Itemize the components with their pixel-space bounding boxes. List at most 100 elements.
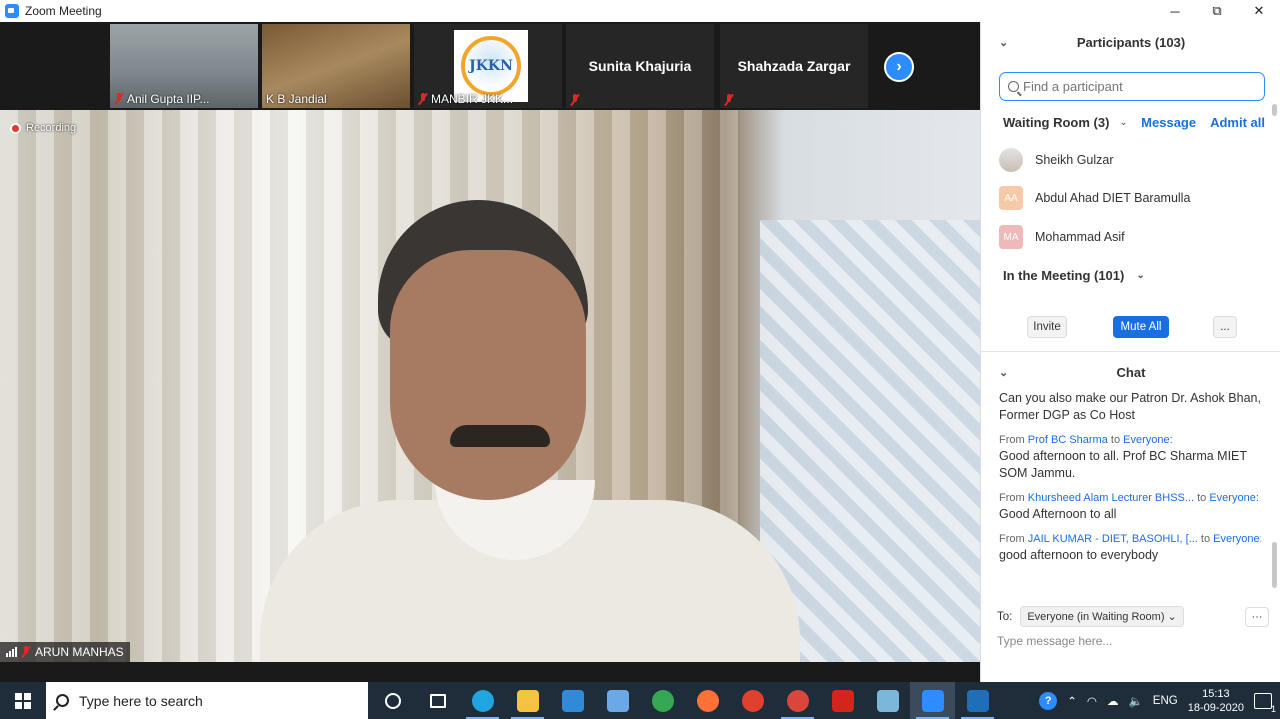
speaker-figure bbox=[260, 200, 800, 662]
mail-icon[interactable] bbox=[550, 682, 595, 719]
firefox-icon[interactable] bbox=[685, 682, 730, 719]
chat-message-text: Can you also make our Patron Dr. Ashok B… bbox=[999, 391, 1261, 422]
tripadvisor-icon[interactable] bbox=[640, 682, 685, 719]
tile-center-name: Sunita Khajuria bbox=[588, 58, 692, 74]
recipient-select[interactable]: Everyone (in Waiting Room) ⌄ bbox=[1020, 606, 1184, 627]
help-icon[interactable]: ? bbox=[1039, 691, 1058, 710]
edge-icon[interactable] bbox=[460, 682, 505, 719]
chat-scrollbar[interactable] bbox=[1272, 392, 1278, 592]
chrome-icon[interactable] bbox=[775, 682, 820, 719]
chat-message-meta: From Khursheed Alam Lecturer BHSS... to … bbox=[999, 492, 1259, 504]
windows-logo-icon bbox=[15, 692, 31, 709]
recording-indicator: Recording bbox=[10, 122, 76, 134]
mute-all-button[interactable]: Mute All bbox=[1113, 316, 1169, 338]
task-view-icon[interactable] bbox=[415, 682, 460, 719]
waiting-participant[interactable]: AA Abdul Ahad DIET Baramulla bbox=[999, 185, 1261, 211]
window-controls: ─ ⧉ ✕ bbox=[1154, 0, 1280, 22]
mic-muted-icon bbox=[724, 94, 734, 106]
camera-app-icon[interactable] bbox=[730, 682, 775, 719]
more-options-button[interactable]: ... bbox=[1213, 316, 1237, 338]
tile-name-label bbox=[570, 94, 580, 106]
participant-search[interactable] bbox=[999, 72, 1265, 101]
mic-muted-icon bbox=[21, 646, 31, 658]
search-icon bbox=[56, 694, 69, 707]
chat-messages: Can you also make our Patron Dr. Ashok B… bbox=[999, 390, 1261, 564]
chat-header: ⌄ Chat bbox=[999, 364, 1146, 380]
collapse-chevron-icon[interactable]: ⌄ bbox=[999, 366, 1008, 379]
zoom-app-icon bbox=[5, 4, 19, 18]
avatar bbox=[999, 148, 1023, 172]
chat-more-button[interactable]: ··· bbox=[1245, 606, 1269, 627]
participant-search-input[interactable] bbox=[1023, 79, 1253, 94]
chat-message-text: Good Afternoon to all bbox=[999, 507, 1117, 521]
video-tile[interactable]: Anil Gupta IIP... bbox=[110, 24, 258, 108]
system-tray: ? ⌃ ◠ ☁ 🔈 ENG 15:13 18-09-2020 1 bbox=[1039, 682, 1280, 719]
video-area: Anil Gupta IIP... K B Jandial JKKN MANBI… bbox=[0, 22, 980, 662]
notes-icon[interactable] bbox=[865, 682, 910, 719]
active-speaker-video: Recording ARUN MANHAS bbox=[0, 110, 980, 662]
store-icon[interactable] bbox=[595, 682, 640, 719]
notification-icon[interactable]: 1 bbox=[1254, 692, 1276, 714]
tile-name-label bbox=[724, 94, 734, 106]
invite-button[interactable]: Invite bbox=[1027, 316, 1067, 338]
zoom-icon[interactable] bbox=[910, 682, 955, 719]
waiting-participant[interactable]: Sheikh Gulzar bbox=[999, 147, 1261, 173]
message-waiting-room-link[interactable]: Message bbox=[1141, 115, 1196, 130]
minimize-button[interactable]: ─ bbox=[1154, 0, 1196, 22]
to-label: To: bbox=[997, 610, 1013, 623]
chat-message-meta: From JAIL KUMAR - DIET, BASOHLI, [... to… bbox=[999, 533, 1261, 545]
acrobat-icon[interactable] bbox=[820, 682, 865, 719]
tile-center-name: Shahzada Zargar bbox=[737, 58, 851, 74]
admit-all-link[interactable]: Admit all bbox=[1210, 115, 1265, 130]
participants-actions: Invite Mute All ... bbox=[981, 316, 1280, 338]
taskbar-search[interactable]: Type here to search bbox=[46, 682, 368, 719]
speaker-name-label: ARUN MANHAS bbox=[0, 642, 130, 662]
video-tile[interactable]: Shahzada Zargar bbox=[720, 24, 868, 108]
gallery-strip: Anil Gupta IIP... K B Jandial JKKN MANBI… bbox=[0, 22, 980, 110]
participants-scrollbar[interactable] bbox=[1272, 104, 1278, 292]
video-tile[interactable]: Sunita Khajuria bbox=[566, 24, 714, 108]
chat-recipient-row: To: Everyone (in Waiting Room) ⌄ ··· bbox=[997, 606, 1269, 627]
tile-name-label: MANBIR JKK... bbox=[418, 92, 513, 106]
start-button[interactable] bbox=[0, 682, 46, 719]
tile-name-label: Anil Gupta IIP... bbox=[114, 92, 210, 106]
photos-icon[interactable] bbox=[955, 682, 1000, 719]
waiting-room-label[interactable]: Waiting Room (3) bbox=[1003, 115, 1109, 130]
onedrive-icon[interactable]: ☁ bbox=[1107, 694, 1119, 708]
next-page-button[interactable]: › bbox=[884, 52, 914, 82]
participants-header: ⌄ Participants (103) bbox=[999, 34, 1186, 50]
restore-button[interactable]: ⧉ bbox=[1196, 0, 1238, 22]
chat-message-meta: From Prof BC Sharma to Everyone: bbox=[999, 434, 1173, 446]
chevron-down-icon[interactable]: ⌄ bbox=[1119, 117, 1127, 128]
mic-muted-icon bbox=[114, 93, 124, 105]
cortana-icon[interactable] bbox=[370, 682, 415, 719]
chat-message-text: good afternoon to everybody bbox=[999, 548, 1159, 562]
tile-name-label: K B Jandial bbox=[266, 92, 327, 106]
close-button[interactable]: ✕ bbox=[1238, 0, 1280, 22]
language-indicator[interactable]: ENG bbox=[1153, 695, 1178, 707]
video-tile[interactable]: K B Jandial bbox=[262, 24, 410, 108]
recording-dot-icon bbox=[10, 122, 21, 134]
chat-message-input[interactable]: Type message here... bbox=[997, 634, 1112, 648]
signal-strength-icon bbox=[6, 647, 17, 657]
waiting-participant[interactable]: MA Mohammad Asif bbox=[999, 224, 1261, 250]
clock[interactable]: 15:13 18-09-2020 bbox=[1188, 687, 1244, 715]
file-explorer-icon[interactable] bbox=[505, 682, 550, 719]
window-titlebar: Zoom Meeting ─ ⧉ ✕ bbox=[0, 0, 1280, 22]
wifi-icon[interactable]: ◠ bbox=[1087, 694, 1097, 708]
collapse-chevron-icon[interactable]: ⌄ bbox=[999, 36, 1008, 49]
chevron-up-icon[interactable]: ⌃ bbox=[1067, 694, 1077, 708]
in-meeting-header[interactable]: In the Meeting (101) ⌄ bbox=[1003, 268, 1145, 283]
chat-message-text: Good afternoon to all. Prof BC Sharma MI… bbox=[999, 449, 1247, 480]
avatar: AA bbox=[999, 186, 1023, 210]
window-title: Zoom Meeting bbox=[25, 4, 102, 18]
taskbar-apps bbox=[370, 682, 1000, 719]
search-icon bbox=[1008, 81, 1019, 92]
volume-icon[interactable]: 🔈 bbox=[1128, 694, 1142, 708]
avatar: MA bbox=[999, 225, 1023, 249]
chevron-down-icon[interactable]: ⌄ bbox=[1136, 270, 1144, 281]
windows-taskbar: Type here to search ? ⌃ ◠ ☁ 🔈 ENG 15:13 … bbox=[0, 682, 1280, 719]
mic-muted-icon bbox=[570, 94, 580, 106]
mic-muted-icon bbox=[418, 93, 428, 105]
video-tile[interactable]: JKKN MANBIR JKK... bbox=[414, 24, 562, 108]
